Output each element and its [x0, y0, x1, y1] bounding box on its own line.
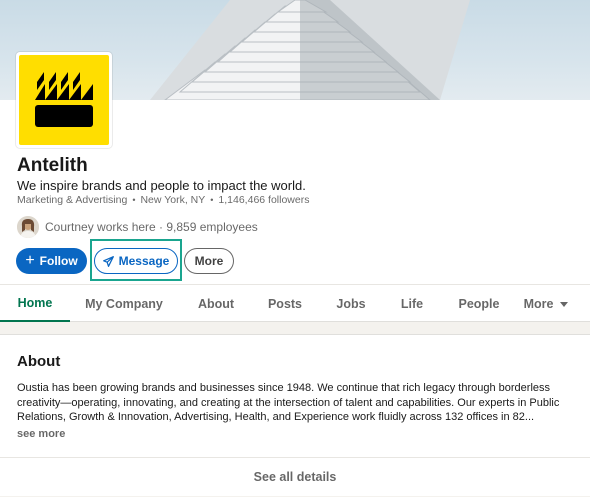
more-actions-button[interactable]: More	[184, 248, 234, 274]
follow-label: Follow	[39, 254, 78, 268]
separator-dot: •	[132, 195, 136, 205]
tab-posts[interactable]: Posts	[258, 285, 312, 322]
company-header-card: Antelith We inspire brands and people to…	[0, 0, 590, 322]
tab-life[interactable]: Life	[390, 285, 434, 322]
see-more-link[interactable]: see more	[17, 428, 65, 440]
caret-down-icon	[560, 301, 569, 307]
company-followers[interactable]: 1,146,466 followers	[218, 194, 309, 206]
follow-button[interactable]: + Follow	[16, 248, 87, 274]
tab-about[interactable]: About	[186, 285, 246, 322]
employees-row[interactable]: Courtney works here · 9,859 employees	[17, 216, 258, 238]
tab-jobs[interactable]: Jobs	[326, 285, 376, 322]
about-card: About Oustia has been growing brands and…	[0, 334, 590, 496]
tab-my-company[interactable]: My Company	[74, 285, 174, 322]
tab-home[interactable]: Home	[0, 285, 70, 322]
company-industry: Marketing & Advertising	[17, 194, 128, 206]
tab-more-label: More	[523, 296, 554, 311]
company-location: New York, NY	[140, 194, 206, 206]
about-description: Oustia has been growing brands and busin…	[17, 382, 560, 423]
message-button-highlight	[90, 239, 182, 281]
avatar	[17, 216, 39, 238]
company-name: Antelith	[17, 155, 88, 176]
tab-more[interactable]: More	[516, 285, 576, 322]
company-logo[interactable]	[16, 52, 112, 148]
employees-text: Courtney works here · 9,859 employees	[45, 220, 258, 234]
separator-dot: •	[210, 195, 214, 205]
plus-icon: +	[25, 252, 35, 269]
company-tagline: We inspire brands and people to impact t…	[17, 178, 306, 193]
see-all-details-button[interactable]: See all details	[0, 457, 590, 497]
tab-people[interactable]: People	[449, 285, 509, 322]
company-tabs: Home My Company About Posts Jobs Life Pe…	[0, 284, 590, 322]
company-meta: Marketing & Advertising • New York, NY •…	[17, 194, 309, 206]
factory-icon	[35, 72, 93, 127]
more-label: More	[194, 254, 224, 268]
about-title: About	[17, 353, 61, 370]
